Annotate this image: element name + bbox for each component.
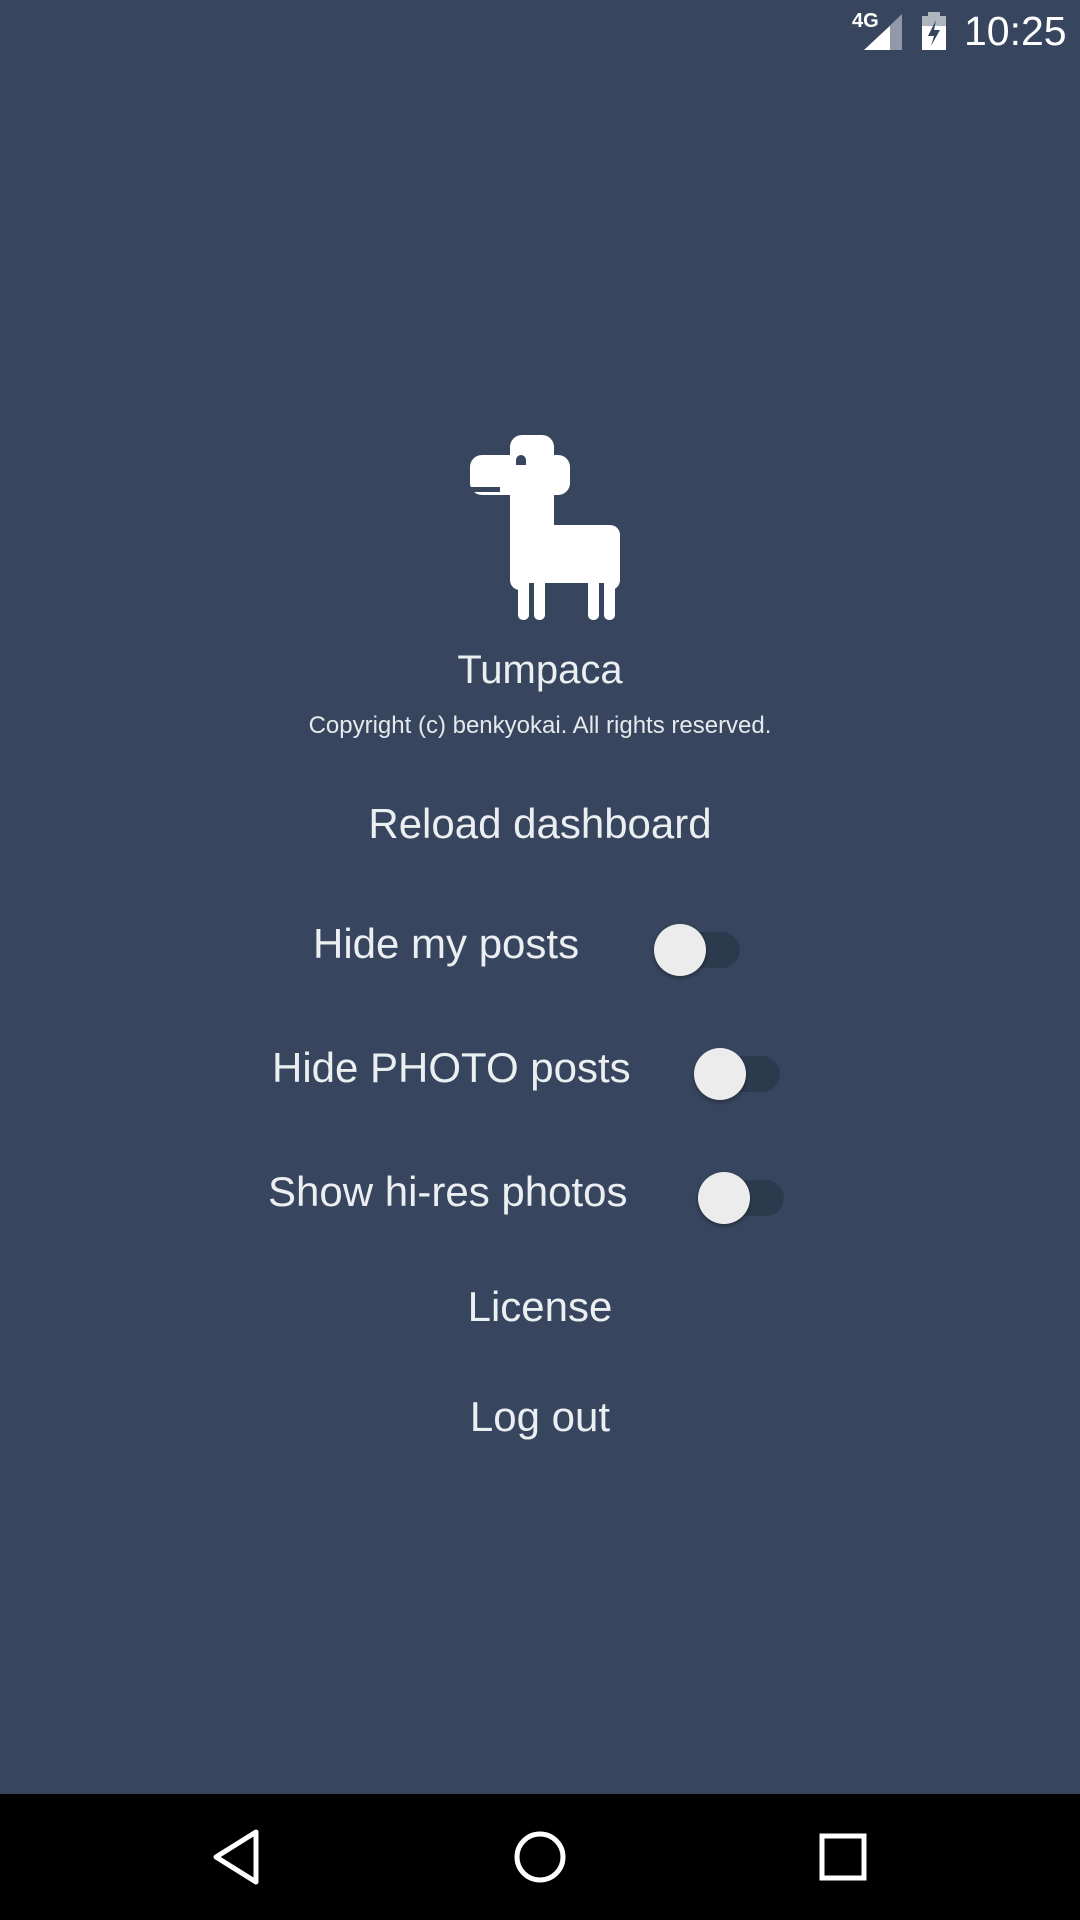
hide-my-posts-switch[interactable] bbox=[654, 916, 744, 976]
switch-thumb bbox=[694, 1048, 746, 1100]
battery-charging-icon bbox=[922, 12, 946, 50]
back-icon[interactable] bbox=[202, 1822, 272, 1892]
hide-photo-posts-row: Hide PHOTO posts bbox=[0, 1034, 1080, 1114]
status-bar: 4G 10:25 bbox=[0, 0, 1080, 62]
hide-photo-posts-label: Hide PHOTO posts bbox=[272, 1044, 631, 1091]
app-name: Tumpaca bbox=[457, 648, 623, 692]
alpaca-logo-icon bbox=[470, 435, 620, 623]
clock: 10:25 bbox=[964, 8, 1067, 54]
show-hires-photos-switch[interactable] bbox=[698, 1164, 788, 1224]
switch-thumb bbox=[654, 924, 706, 976]
logout-button[interactable]: Log out bbox=[0, 1393, 1080, 1441]
switch-thumb bbox=[698, 1172, 750, 1224]
signal-icon bbox=[864, 14, 902, 50]
home-icon[interactable] bbox=[505, 1822, 575, 1892]
hide-my-posts-row: Hide my posts bbox=[0, 910, 1080, 990]
show-hires-photos-label: Show hi-res photos bbox=[268, 1168, 628, 1215]
copyright-text: Copyright (c) benkyokai. All rights rese… bbox=[308, 712, 772, 739]
show-hires-photos-row: Show hi-res photos bbox=[0, 1158, 1080, 1238]
navigation-bar bbox=[0, 1794, 1080, 1920]
hide-photo-posts-switch[interactable] bbox=[694, 1040, 784, 1100]
recents-icon[interactable] bbox=[808, 1822, 878, 1892]
reload-dashboard-button[interactable]: Reload dashboard bbox=[0, 800, 1080, 848]
hide-my-posts-label: Hide my posts bbox=[313, 920, 580, 967]
settings-screen: 4G 10:25 Tumpaca Copyright (c) benkyokai… bbox=[0, 0, 1080, 1920]
license-button[interactable]: License bbox=[0, 1283, 1080, 1331]
